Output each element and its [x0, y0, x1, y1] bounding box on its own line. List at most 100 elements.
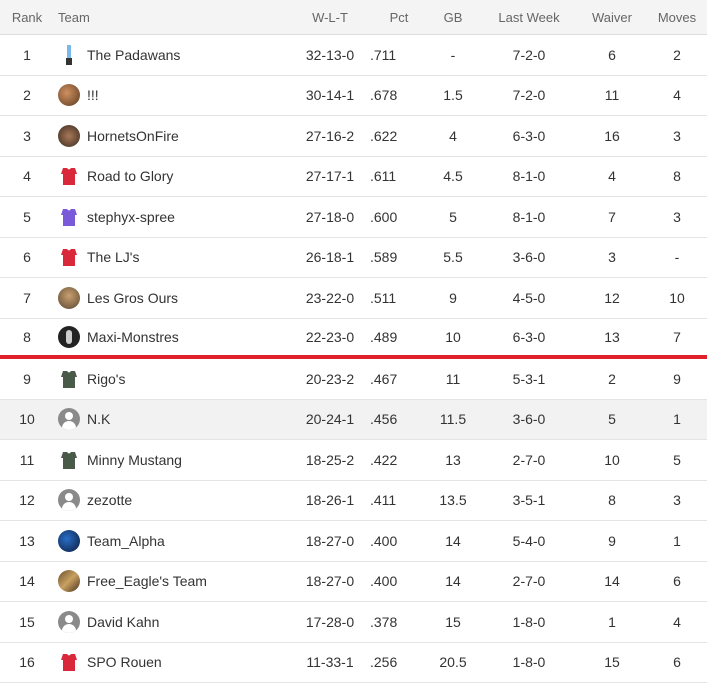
team-cell[interactable]: Free_Eagle's Team — [58, 562, 298, 602]
last-week-cell: 3-6-0 — [512, 411, 546, 428]
gb-cell: 14 — [445, 573, 461, 590]
table-row[interactable]: 6 The LJ's 26-18-1 .589 5.5 3-6-0 3 - — [0, 238, 707, 278]
table-row[interactable]: 3 HornetsOnFire 27-16-2 .622 4 6-3-0 16 3 — [0, 116, 707, 157]
column-header-pct[interactable]: Pct — [378, 0, 420, 34]
table-row[interactable]: 8 Maxi-Monstres 22-23-0 .489 10 6-3-0 13 7 — [0, 319, 707, 359]
table-row[interactable]: 10 N.K 20-24-1 .456 11.5 3-6-0 5 1 — [0, 399, 707, 440]
last-week-cell: 3-5-1 — [512, 492, 546, 509]
team-cell[interactable]: Road to Glory — [58, 157, 298, 197]
pct-cell: .378 — [370, 613, 398, 630]
column-header-team[interactable]: Team — [58, 0, 298, 34]
team-name-link[interactable]: Team_Alpha — [87, 533, 165, 549]
table-row[interactable]: 4 Road to Glory 27-17-1 .611 4.5 8-1-0 4 8 — [0, 157, 707, 197]
table-header: Rank Team W-L-T Pct GB Last Week Waiver … — [0, 0, 707, 35]
column-header-last-week[interactable]: Last Week — [486, 0, 572, 34]
team-name-link[interactable]: Les Gros Ours — [87, 290, 178, 306]
team-name-link[interactable]: Road to Glory — [87, 168, 173, 184]
moves-cell: 1 — [673, 411, 681, 428]
last-week-cell: 5-4-0 — [512, 532, 546, 549]
team-cell[interactable]: Maxi-Monstres — [58, 319, 298, 356]
column-header-moves[interactable]: Moves — [646, 0, 707, 34]
waiver-cell: 12 — [604, 289, 620, 306]
saber-icon — [58, 43, 80, 66]
team-cell[interactable]: HornetsOnFire — [58, 116, 298, 156]
moves-cell: 9 — [673, 370, 681, 387]
team-name-link[interactable]: Free_Eagle's Team — [87, 573, 207, 589]
gb-cell: - — [450, 46, 456, 63]
wlt-cell: 18-26-1 — [305, 492, 355, 509]
purple-jersey-icon — [58, 206, 80, 228]
team-cell[interactable]: N.K — [58, 400, 298, 440]
team-cell[interactable]: Les Gros Ours — [58, 278, 298, 318]
column-header-wlt[interactable]: W-L-T — [292, 0, 368, 34]
photo-icon — [58, 570, 80, 593]
table-row[interactable]: 2!!! 30-14-1 .678 1.5 7-2-0 11 4 — [0, 76, 707, 116]
team-name-link[interactable]: David Kahn — [87, 614, 159, 630]
team-name-link[interactable]: zezotte — [87, 492, 132, 508]
gb-cell: 9 — [449, 289, 457, 306]
wlt-cell: 11-33-1 — [306, 654, 354, 671]
moves-cell: 3 — [673, 492, 681, 509]
team-name-link[interactable]: SPO Rouen — [87, 654, 162, 670]
pct-cell: .611 — [370, 168, 397, 185]
table-row[interactable]: 12 zezotte 18-26-1 .411 13.5 3-5-1 8 3 — [0, 481, 707, 521]
rank-cell: 8 — [23, 328, 31, 345]
pct-cell: .422 — [370, 451, 398, 468]
team-name-link[interactable]: Maxi-Monstres — [87, 329, 179, 345]
team-cell[interactable]: Team_Alpha — [58, 521, 298, 561]
team-name-link[interactable]: stephyx-spree — [87, 209, 175, 225]
waiver-cell: 7 — [608, 208, 616, 225]
team-name-link[interactable]: Minny Mustang — [87, 452, 182, 468]
team-name-link[interactable]: The LJ's — [87, 249, 139, 265]
team-name-link[interactable]: Rigo's — [87, 371, 125, 387]
column-header-gb[interactable]: GB — [425, 0, 481, 34]
default-avatar-icon — [58, 489, 80, 512]
rank-cell: 1 — [23, 46, 31, 63]
table-row[interactable]: 11 Minny Mustang 18-25-2 .422 13 2-7-0 10 5 — [0, 440, 707, 481]
green-jersey-icon — [58, 449, 80, 471]
gb-cell: 14 — [445, 532, 461, 549]
team-cell[interactable]: Rigo's — [58, 359, 298, 399]
moves-cell: 7 — [673, 328, 681, 345]
red-jersey-icon — [58, 165, 80, 187]
last-week-cell: 8-1-0 — [512, 168, 546, 185]
table-row[interactable]: 16 SPO Rouen 11-33-1 .256 20.5 1-8-0 15 6 — [0, 643, 707, 683]
team-cell[interactable]: zezotte — [58, 481, 298, 521]
pct-cell: .467 — [370, 370, 398, 387]
waiver-cell: 15 — [604, 654, 620, 671]
team-name-link[interactable]: N.K — [87, 411, 110, 427]
moves-cell: 1 — [673, 532, 681, 549]
team-cell[interactable]: Minny Mustang — [58, 440, 298, 480]
waiver-cell: 3 — [608, 249, 616, 266]
waiver-cell: 2 — [608, 370, 616, 387]
team-cell[interactable]: stephyx-spree — [58, 197, 298, 237]
team-name-link[interactable]: !!! — [87, 87, 99, 103]
table-row[interactable]: 5 stephyx-spree 27-18-0 .600 5 8-1-0 7 3 — [0, 197, 707, 238]
team-cell[interactable]: SPO Rouen — [58, 643, 298, 683]
table-row[interactable]: 1 The Padawans 32-13-0 .711 - 7-2-0 6 2 — [0, 35, 707, 76]
gb-cell: 13.5 — [439, 492, 467, 509]
green-jersey-icon — [58, 368, 80, 390]
team-name-link[interactable]: The Padawans — [87, 47, 180, 63]
table-row[interactable]: 7 Les Gros Ours 23-22-0 .511 9 4-5-0 12 10 — [0, 278, 707, 319]
red-jersey-icon — [58, 246, 80, 268]
team-cell[interactable]: David Kahn — [58, 602, 298, 642]
team-cell[interactable]: The Padawans — [58, 35, 298, 75]
last-week-cell: 1-8-0 — [512, 654, 546, 671]
last-week-cell: 2-7-0 — [512, 451, 546, 468]
last-week-cell: 6-3-0 — [512, 127, 546, 144]
column-header-waiver[interactable]: Waiver — [582, 0, 642, 34]
team-name-link[interactable]: HornetsOnFire — [87, 128, 179, 144]
rank-cell: 13 — [19, 532, 35, 549]
rank-cell: 11 — [19, 451, 35, 468]
table-row[interactable]: 14 Free_Eagle's Team 18-27-0 .400 14 2-7-0 14 6 — [0, 562, 707, 602]
moves-cell: 4 — [673, 87, 681, 104]
table-row[interactable]: 15 David Kahn 17-28-0 .378 15 1-8-0 1 4 — [0, 602, 707, 643]
team-cell[interactable]: The LJ's — [58, 238, 298, 278]
column-header-rank[interactable]: Rank — [0, 0, 54, 34]
moves-cell: 6 — [673, 573, 681, 590]
table-row[interactable]: 13 Team_Alpha 18-27-0 .400 14 5-4-0 9 1 — [0, 521, 707, 562]
table-row[interactable]: 9 Rigo's 20-23-2 .467 11 5-3-1 2 9 — [0, 359, 707, 400]
team-cell[interactable]: !!! — [58, 76, 298, 116]
pct-cell: .711 — [370, 46, 397, 63]
